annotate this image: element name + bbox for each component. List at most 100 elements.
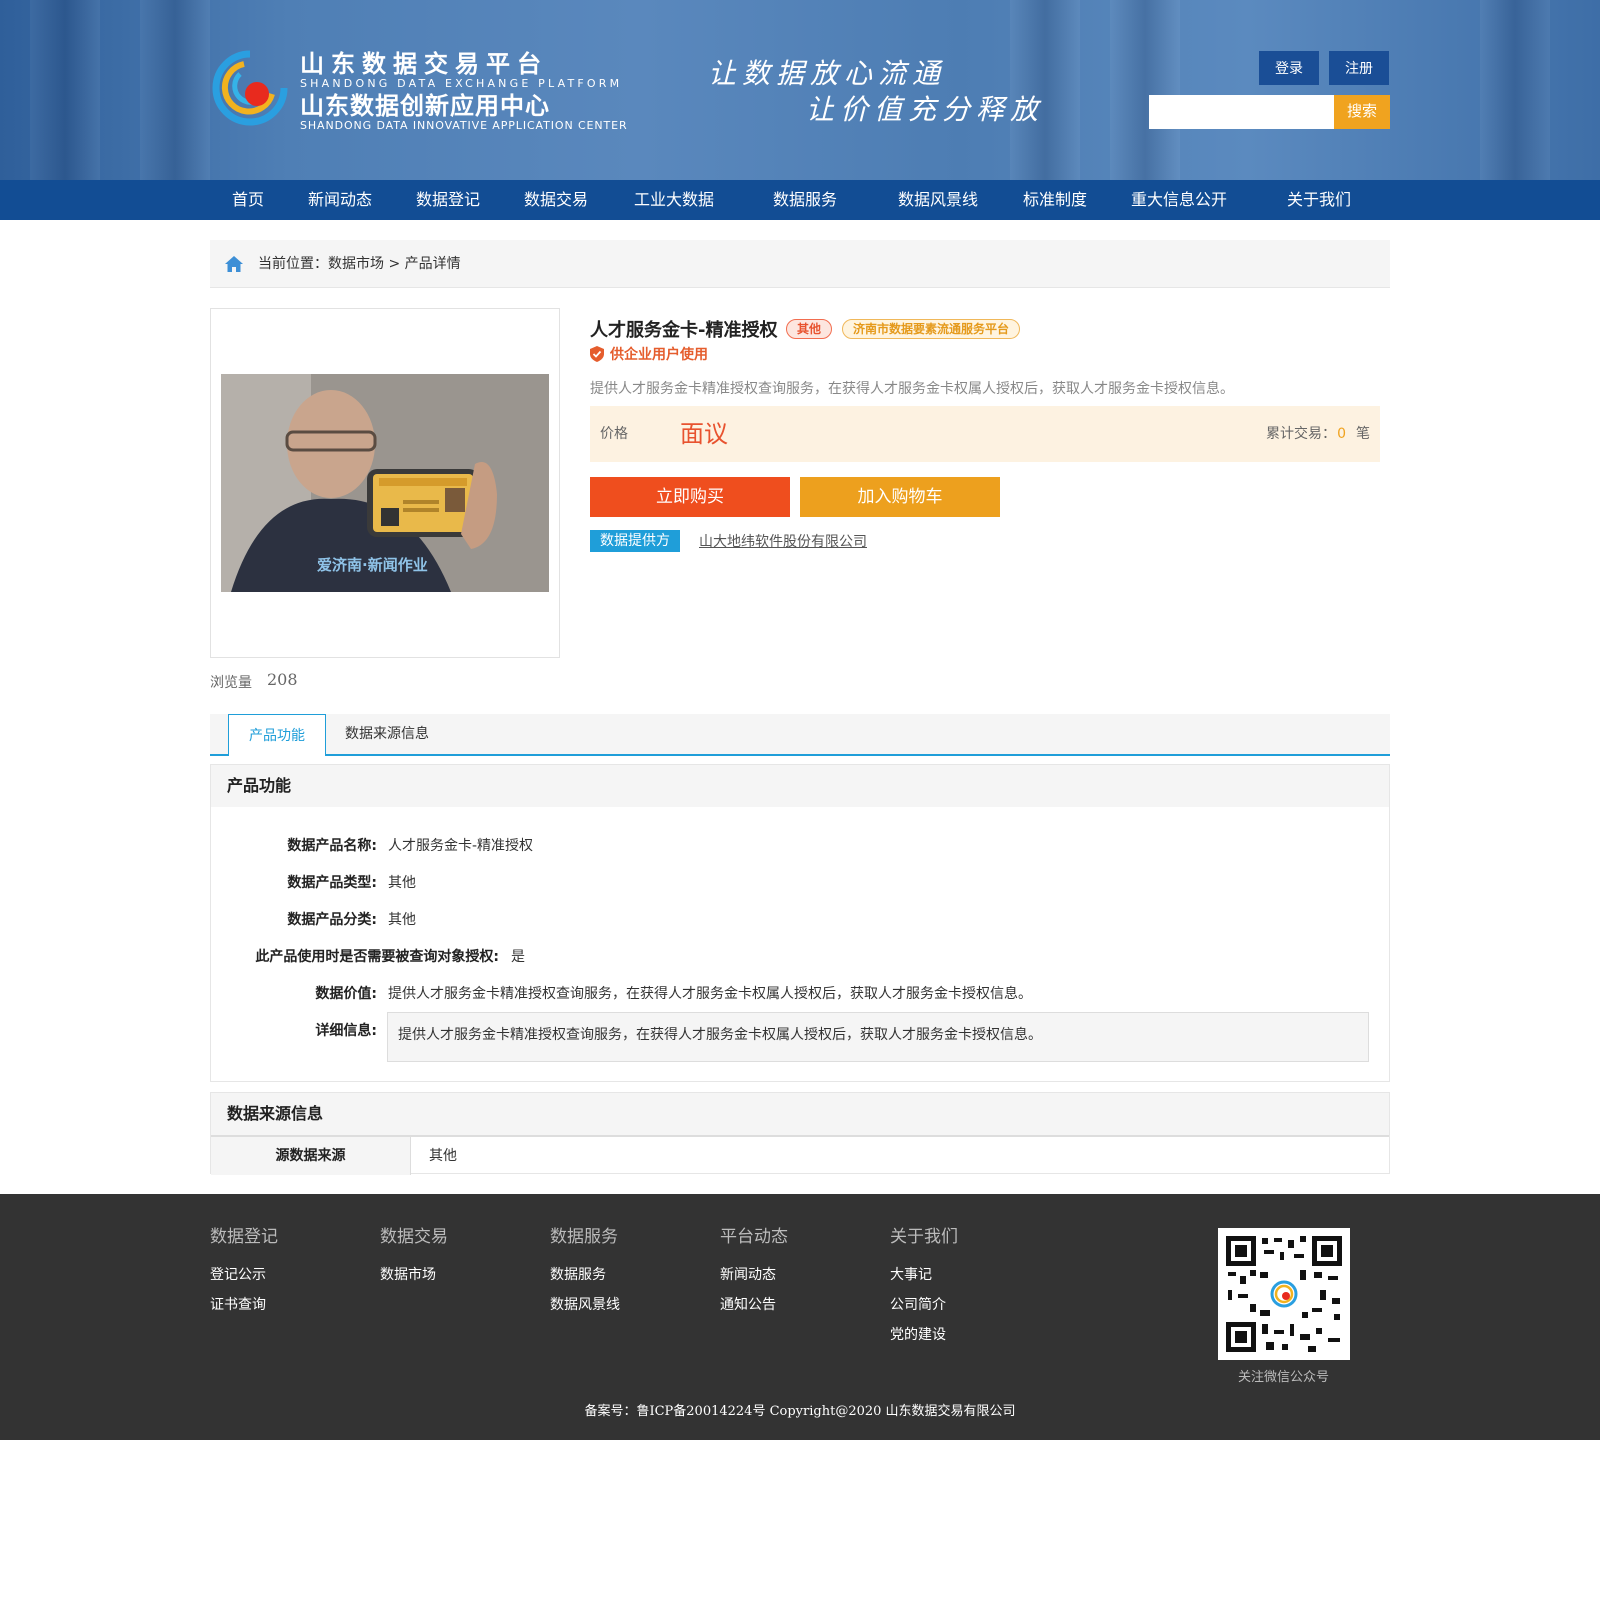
footer-col-title: 关于我们 bbox=[890, 1227, 958, 1247]
trade-count-unit: 笔 bbox=[1356, 426, 1370, 442]
product-photo-illustration: 爱济南·新闻作业 bbox=[221, 374, 549, 592]
field-label-name: 数据产品名称: bbox=[287, 838, 377, 854]
provider-label: 数据提供方 bbox=[590, 530, 680, 552]
section-title: 产品功能 bbox=[227, 776, 292, 795]
nav-item-registration[interactable]: 数据登记 bbox=[416, 180, 480, 220]
nav-item-home[interactable]: 首页 bbox=[232, 180, 264, 220]
nav-item-about[interactable]: 关于我们 bbox=[1287, 180, 1351, 220]
footer-col-title: 数据交易 bbox=[380, 1227, 448, 1247]
trade-count: 0 bbox=[1337, 426, 1346, 442]
logo-subtitle-en: SHANDONG DATA INNOVATIVE APPLICATION CEN… bbox=[300, 119, 628, 132]
footer-link[interactable]: 通知公告 bbox=[720, 1294, 776, 1314]
field-label-authorization: 此产品使用时是否需要被查询对象授权: bbox=[255, 949, 499, 965]
product-title: 人才服务金卡-精准授权 bbox=[590, 320, 778, 341]
views-count: 208 bbox=[267, 670, 298, 689]
curtain-decoration bbox=[140, 0, 210, 180]
source-value: 其他 bbox=[429, 1148, 457, 1164]
product-type-tag: 其他 bbox=[786, 319, 833, 339]
breadcrumb-text: 当前位置：数据市场 > 产品详情 bbox=[258, 240, 461, 288]
qr-code-icon bbox=[1224, 1234, 1344, 1354]
breadcrumb: 当前位置：数据市场 > 产品详情 bbox=[210, 240, 1390, 288]
buy-now-button[interactable]: 立即购买 bbox=[590, 477, 790, 517]
photo-watermark: 爱济南·新闻作业 bbox=[317, 556, 428, 574]
add-to-cart-button[interactable]: 加入购物车 bbox=[800, 477, 1000, 517]
trade-count-label: 累计交易： bbox=[1266, 426, 1336, 442]
footer-link[interactable]: 数据市场 bbox=[380, 1264, 436, 1284]
home-icon[interactable] bbox=[224, 254, 244, 274]
footer-link[interactable]: 数据服务 bbox=[550, 1264, 606, 1284]
price-value: 面议 bbox=[680, 420, 728, 448]
nav-item-data-services[interactable]: 数据服务 bbox=[773, 180, 837, 220]
slogan-line-1: 让数据放心流通 bbox=[708, 57, 947, 90]
footer-col-title: 平台动态 bbox=[720, 1227, 788, 1247]
breadcrumb-prefix: 当前位置： bbox=[258, 256, 328, 272]
logo-title-cn: 山东数据交易平台 bbox=[300, 50, 548, 78]
curtain-decoration bbox=[30, 0, 100, 180]
footer-link[interactable]: 党的建设 bbox=[890, 1324, 946, 1344]
views-label: 浏览量 bbox=[210, 675, 252, 691]
nav-item-trading[interactable]: 数据交易 bbox=[524, 180, 588, 220]
register-button[interactable]: 注册 bbox=[1329, 51, 1389, 85]
tab-bar: 产品功能 数据来源信息 bbox=[210, 714, 1390, 756]
nav-item-industrial-data[interactable]: 工业大数据 bbox=[634, 180, 714, 220]
field-value-authorization: 是 bbox=[511, 949, 525, 965]
footer-link[interactable]: 公司简介 bbox=[890, 1294, 946, 1314]
nav-item-news[interactable]: 新闻动态 bbox=[308, 180, 372, 220]
breadcrumb-separator: > bbox=[384, 256, 405, 272]
nav-item-data-landscape[interactable]: 数据风景线 bbox=[898, 180, 978, 220]
price-box: 价格 面议 累计交易： 0 笔 bbox=[590, 406, 1380, 462]
data-source-section: 数据来源信息 源数据来源 其他 bbox=[210, 1092, 1390, 1175]
nav-item-disclosure[interactable]: 重大信息公开 bbox=[1131, 180, 1227, 220]
slogan-line-2: 让价值充分释放 bbox=[806, 93, 1045, 126]
field-value-category: 其他 bbox=[388, 912, 416, 928]
field-label-type: 数据产品类型: bbox=[287, 875, 377, 891]
curtain-decoration bbox=[1480, 0, 1550, 180]
product-description: 提供人才服务金卡精准授权查询服务，在获得人才服务金卡权属人授权后，获取人才服务金… bbox=[590, 381, 1234, 397]
shield-check-icon bbox=[590, 346, 604, 362]
detail-info-box: 提供人才服务金卡精准授权查询服务，在获得人才服务金卡权属人授权后，获取人才服务金… bbox=[387, 1012, 1369, 1062]
field-value-value: 提供人才服务金卡精准授权查询服务，在获得人才服务金卡权属人授权后，获取人才服务金… bbox=[388, 986, 1032, 1002]
product-function-section: 产品功能 数据产品名称: 人才服务金卡-精准授权 数据产品类型: 其他 数据产品… bbox=[210, 764, 1390, 1082]
tab-product-function[interactable]: 产品功能 bbox=[228, 714, 326, 756]
site-header: 山东数据交易平台 SHANDONG DATA EXCHANGE PLATFORM… bbox=[0, 0, 1600, 180]
qr-code-label: 关注微信公众号 bbox=[1238, 1370, 1330, 1385]
logo-title-en: SHANDONG DATA EXCHANGE PLATFORM bbox=[300, 77, 623, 90]
logo-text[interactable]: 山东数据交易平台 SHANDONG DATA EXCHANGE PLATFORM… bbox=[300, 50, 628, 132]
footer-link[interactable]: 证书查询 bbox=[210, 1294, 266, 1314]
nav-item-standards[interactable]: 标准制度 bbox=[1023, 180, 1087, 220]
field-value-name: 人才服务金卡-精准授权 bbox=[388, 838, 534, 854]
breadcrumb-market-link[interactable]: 数据市场 bbox=[328, 256, 384, 272]
breadcrumb-current: 产品详情 bbox=[404, 256, 461, 272]
site-footer: 数据登记 登记公示 证书查询 数据交易 数据市场 数据服务 数据服务 数据风景线… bbox=[0, 1194, 1600, 1440]
price-label: 价格 bbox=[600, 426, 628, 442]
field-label-value: 数据价值: bbox=[315, 986, 377, 1002]
product-image-box: 爱济南·新闻作业 bbox=[210, 308, 560, 658]
tab-data-source[interactable]: 数据来源信息 bbox=[345, 714, 429, 754]
source-label: 源数据来源 bbox=[211, 1137, 411, 1175]
field-label-detail: 详细信息: bbox=[315, 1023, 377, 1039]
copyright-text: 备案号：鲁ICP备20014224号 Copyright@2020 山东数据交易… bbox=[584, 1404, 1016, 1419]
product-photo: 爱济南·新闻作业 bbox=[221, 374, 549, 592]
footer-link[interactable]: 新闻动态 bbox=[720, 1264, 776, 1284]
main-nav: 首页 新闻动态 数据登记 数据交易 工业大数据 数据服务 数据风景线 标准制度 … bbox=[0, 180, 1600, 220]
usage-note: 供企业用户使用 bbox=[610, 347, 708, 363]
logo-subtitle-cn: 山东数据创新应用中心 bbox=[300, 92, 550, 120]
logo-icon[interactable] bbox=[210, 48, 290, 130]
source-table: 源数据来源 其他 bbox=[211, 1135, 1389, 1175]
section-header: 产品功能 bbox=[211, 765, 1389, 807]
field-label-category: 数据产品分类: bbox=[287, 912, 377, 928]
field-value-type: 其他 bbox=[388, 875, 416, 891]
footer-col-title: 数据登记 bbox=[210, 1227, 278, 1247]
provider-link[interactable]: 山大地纬软件股份有限公司 bbox=[699, 531, 867, 551]
login-button[interactable]: 登录 bbox=[1259, 51, 1319, 85]
section-title: 数据来源信息 bbox=[227, 1104, 324, 1123]
curtain-decoration bbox=[1110, 0, 1180, 180]
footer-link[interactable]: 登记公示 bbox=[210, 1264, 266, 1284]
footer-link[interactable]: 数据风景线 bbox=[550, 1294, 620, 1314]
search-input[interactable] bbox=[1149, 95, 1334, 129]
section-header: 数据来源信息 bbox=[211, 1093, 1389, 1135]
platform-tag: 济南市数据要素流通服务平台 bbox=[842, 319, 1021, 339]
search-button[interactable]: 搜索 bbox=[1334, 95, 1390, 129]
footer-link[interactable]: 大事记 bbox=[890, 1264, 932, 1284]
footer-col-title: 数据服务 bbox=[550, 1227, 618, 1247]
